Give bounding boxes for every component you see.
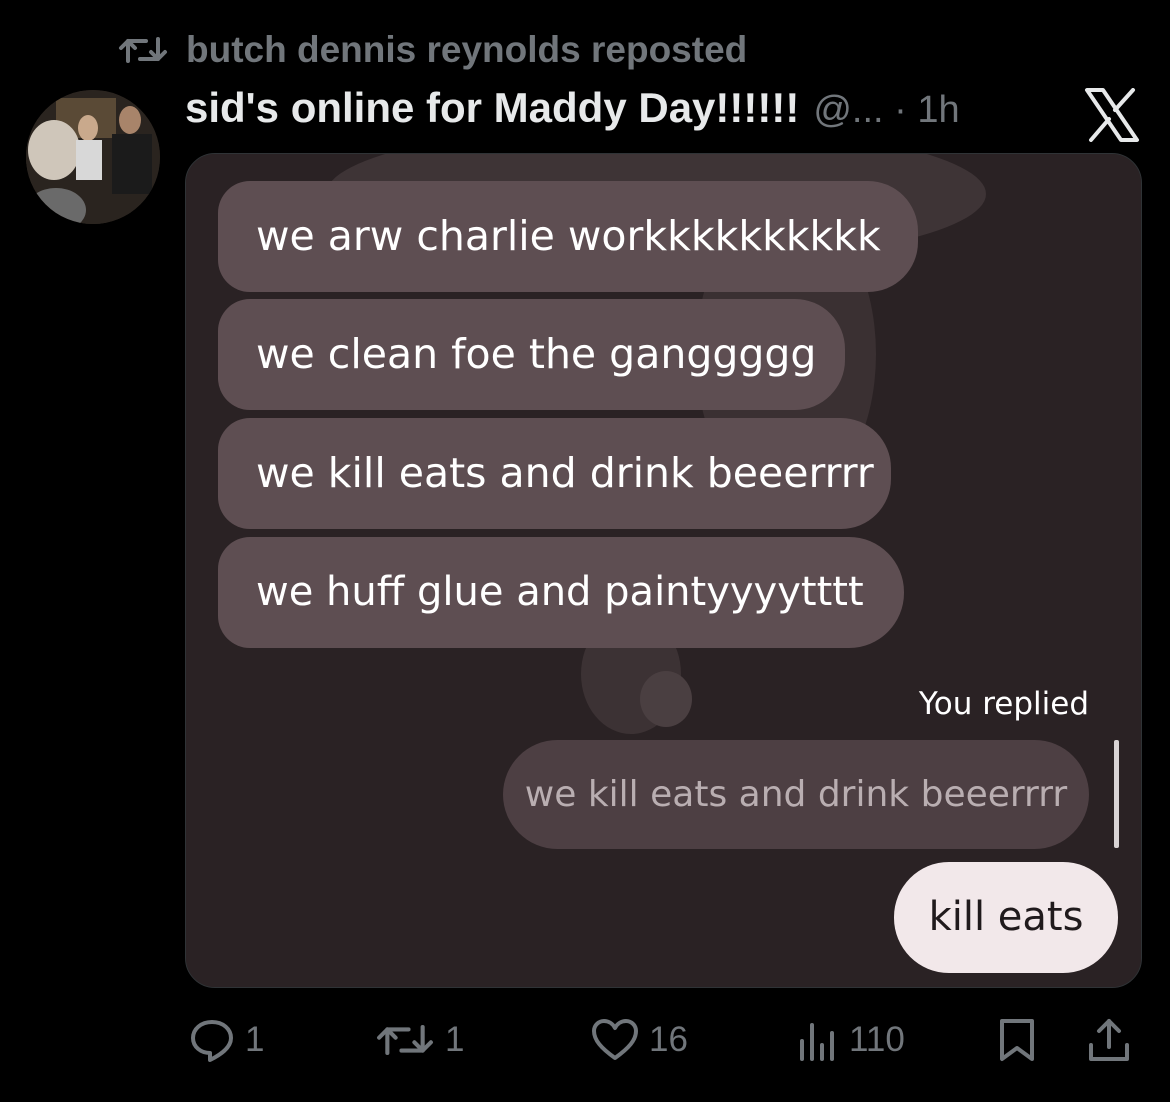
message-bubble: we kill eats and drink beeerrrr (218, 418, 891, 529)
repost-icon (119, 37, 167, 63)
like-button[interactable]: 16 (591, 1012, 688, 1068)
action-bar: 1 1 16 110 (185, 1012, 1140, 1068)
share-icon (1089, 1019, 1129, 1061)
reply-button[interactable]: 1 (189, 1012, 264, 1068)
message-bubble: we arw charlie workkkkkkkkkk (218, 181, 918, 292)
quoted-message: we kill eats and drink beeerrrr (503, 740, 1089, 849)
x-logo-icon (1085, 88, 1139, 142)
repost-button[interactable]: 1 (375, 1012, 464, 1068)
views-button[interactable]: 110 (797, 1012, 905, 1068)
reply-bubble: kill eats (894, 862, 1118, 973)
bookmark-icon (1000, 1019, 1034, 1061)
view-count: 110 (849, 1020, 905, 1059)
message-bubble: we clean foe the ganggggg (218, 299, 845, 410)
analytics-icon (800, 1023, 834, 1061)
repost-label: butch dennis reynolds reposted (186, 29, 748, 70)
quote-bar (1114, 740, 1119, 848)
reply-icon (191, 1020, 233, 1062)
post-header: sid's online for Maddy Day!!!!!! @... · … (185, 84, 960, 140)
like-count: 16 (649, 1020, 688, 1059)
message-bubble: we huff glue and paintyyyytttt (218, 537, 904, 648)
media-card[interactable]: we arw charlie workkkkkkkkkk we clean fo… (185, 153, 1142, 988)
repost-count: 1 (445, 1020, 465, 1059)
display-name[interactable]: sid's online for Maddy Day!!!!!! (185, 84, 799, 132)
avatar[interactable] (26, 90, 160, 224)
repost-indicator[interactable]: butch dennis reynolds reposted (118, 28, 747, 72)
repost-icon (377, 1025, 433, 1055)
share-button[interactable] (1087, 1012, 1131, 1068)
handle-and-time[interactable]: @... · 1h (813, 89, 959, 132)
bookmark-button[interactable] (997, 1012, 1037, 1068)
reply-count: 1 (245, 1020, 265, 1059)
heart-icon (592, 1019, 638, 1060)
replied-label: You replied (918, 686, 1089, 722)
